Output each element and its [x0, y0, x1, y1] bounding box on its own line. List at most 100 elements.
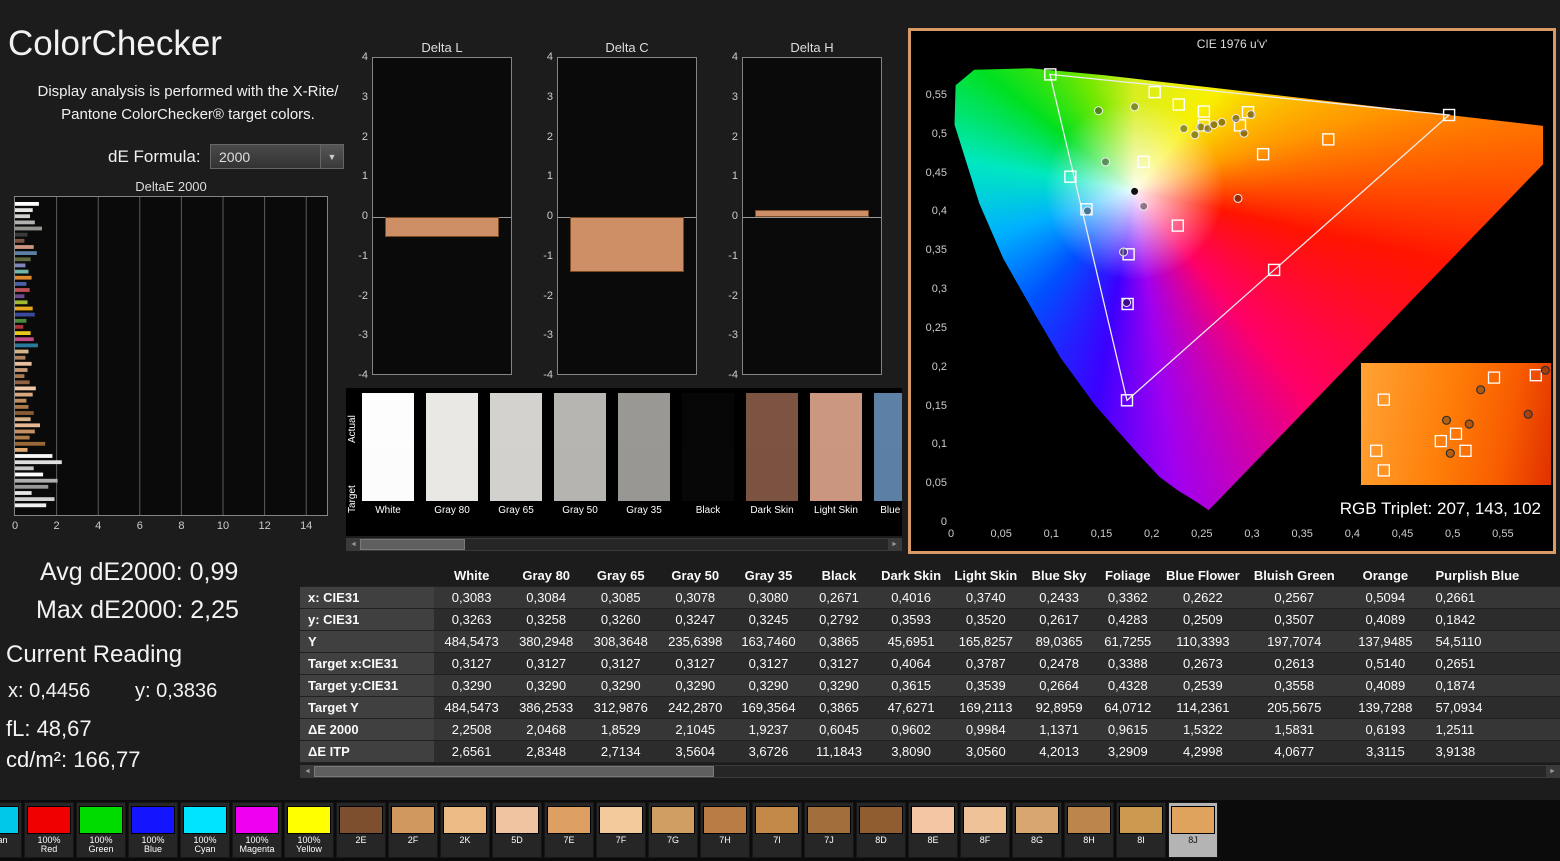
cie-title: CIE 1976 u'v' — [1196, 37, 1268, 51]
patch-tile-7e[interactable]: 7E — [544, 802, 594, 858]
patch-tile-100-magenta[interactable]: 100% Magenta — [232, 802, 282, 858]
table-cell: 3,9138 — [1427, 740, 1560, 763]
target-point — [1529, 369, 1542, 382]
swatch-blue-sky[interactable]: Blue Sky — [874, 393, 902, 516]
target-point — [1377, 393, 1390, 406]
column-header: Gray 35 — [732, 565, 805, 587]
patch-tile-8g[interactable]: 8G — [1012, 802, 1062, 858]
column-header: Gray 80 — [508, 565, 584, 587]
patch-tile-8f[interactable]: 8F — [960, 802, 1010, 858]
column-header: Dark Skin — [873, 565, 949, 587]
deltae-chart-title: DeltaE 2000 — [135, 179, 207, 194]
patch-tile-label: 8J — [1188, 835, 1198, 845]
patch-tile-8d[interactable]: 8D — [856, 802, 906, 858]
actual-point — [1130, 102, 1140, 112]
scroll-track[interactable] — [314, 766, 1546, 777]
de-bar — [15, 386, 36, 391]
scroll-left-icon[interactable]: ◄ — [347, 539, 360, 550]
table-cell: 169,2113 — [948, 696, 1024, 719]
de-bar — [15, 282, 27, 286]
table-cell: 3,8090 — [873, 740, 949, 763]
table-cell: 0,9602 — [873, 718, 949, 741]
patch-color-chip — [755, 806, 799, 834]
patch-color-chip — [963, 806, 1007, 834]
patch-tile-100-green[interactable]: 100% Green — [76, 802, 126, 858]
table-cell: 0,3258 — [508, 608, 584, 631]
swatch-white[interactable]: White — [362, 393, 414, 516]
patch-color-chip — [599, 806, 643, 834]
swatch-dark-skin[interactable]: Dark Skin — [746, 393, 798, 516]
patch-tile-2k[interactable]: 2K — [440, 802, 490, 858]
de-bar — [15, 392, 33, 397]
swatch-label: White — [375, 505, 401, 516]
scroll-thumb[interactable] — [314, 766, 714, 777]
avg-de2000: Avg dE2000: 0,99 — [40, 558, 239, 586]
patch-tile-100-red[interactable]: 100% Red — [24, 802, 74, 858]
table-cell: 380,2948 — [508, 630, 584, 653]
swatch-label: Gray 35 — [626, 505, 662, 516]
scroll-thumb[interactable] — [360, 539, 465, 550]
patch-tile-8e[interactable]: 8E — [908, 802, 958, 858]
axis-tick-label: -4 — [543, 369, 553, 381]
actual-swatch — [618, 393, 670, 447]
table-cell: 0,4283 — [1095, 608, 1161, 631]
table-cell: 1,2511 — [1427, 718, 1560, 741]
target-swatch — [426, 447, 478, 501]
table-cell: 0,2673 — [1160, 652, 1246, 675]
patch-tile-2e[interactable]: 2E — [336, 802, 386, 858]
swatch-gray-35[interactable]: Gray 35 — [618, 393, 670, 516]
scroll-track[interactable] — [360, 539, 888, 550]
de-bar — [15, 429, 35, 434]
table-row: ΔE ITP 2,6561 2,8348 2,7134 3,5604 3,6726 11,1… — [300, 740, 1560, 763]
patch-tile-100-yellow[interactable]: 100% Yellow — [284, 802, 334, 858]
patch-tile-8j[interactable]: 8J — [1168, 802, 1218, 858]
patch-tile-100-cyan[interactable]: 100% Cyan — [180, 802, 230, 858]
scroll-right-icon[interactable]: ► — [1546, 766, 1559, 777]
actual-swatch — [682, 393, 734, 447]
axis-tick-label: 8 — [178, 520, 185, 532]
swatch-scrollbar[interactable]: ◄ ► — [346, 538, 902, 551]
swatch-gray-65[interactable]: Gray 65 — [490, 393, 542, 516]
scroll-right-icon[interactable]: ► — [888, 539, 901, 550]
scroll-left-icon[interactable]: ◄ — [301, 766, 314, 777]
patch-tile-5d[interactable]: 5D — [492, 802, 542, 858]
swatch-gray-50[interactable]: Gray 50 — [554, 393, 606, 516]
patch-tile-7h[interactable]: 7H — [700, 802, 750, 858]
axis-tick-label: 0,5 — [931, 127, 947, 140]
table-cell: 163,7460 — [732, 630, 805, 653]
swatch-light-skin[interactable]: Light Skin — [810, 393, 862, 516]
table-cell: 0,2792 — [804, 608, 874, 631]
actual-point — [1101, 157, 1110, 167]
table-scrollbar[interactable]: ◄ ► — [300, 765, 1560, 778]
patch-tile-7g[interactable]: 7G — [648, 802, 698, 858]
axis-tick-label: 0,5 — [1445, 528, 1461, 540]
bottom-toolbar: Cyan 100% Red 100% Green 100% Blue 100% Cyan… — [0, 800, 1560, 861]
table-row: Target y:CIE31 0,3290 0,3290 0,3290 0,3290 0,… — [300, 674, 1560, 697]
patch-tile-label: 100% Red — [37, 835, 61, 854]
swatch-black[interactable]: Black — [682, 393, 734, 516]
patch-tile-7f[interactable]: 7F — [596, 802, 646, 858]
de-formula-dropdown[interactable]: 2000 ▼ — [210, 144, 344, 169]
patch-tile-label: 8F — [979, 835, 991, 845]
axis-tick-label: 2 — [53, 520, 60, 532]
table-cell: 0,5140 — [1343, 652, 1428, 675]
patch-tile-2f[interactable]: 2F — [388, 802, 438, 858]
target-point — [1434, 434, 1447, 448]
de-bar — [15, 238, 25, 243]
table-cell: 54,5110 — [1427, 630, 1560, 653]
patch-tile-8h[interactable]: 8H — [1064, 802, 1114, 858]
delta-bar — [385, 217, 499, 237]
table-cell: 0,3127 — [732, 652, 805, 675]
patch-tile-7j[interactable]: 7J — [804, 802, 854, 858]
patch-tile-7i[interactable]: 7I — [752, 802, 802, 858]
white-point — [1131, 187, 1139, 195]
table-cell: 308,3648 — [583, 630, 658, 653]
table-row: Y 484,5473 380,2948 308,3648 235,6398 163,746… — [300, 630, 1560, 653]
table-cell: 3,0560 — [948, 740, 1024, 763]
patch-tile-100-blue[interactable]: 100% Blue — [128, 802, 178, 858]
swatch-gray-80[interactable]: Gray 80 — [426, 393, 478, 516]
de-bar — [15, 484, 49, 489]
patch-tile-cyan[interactable]: Cyan — [0, 802, 22, 858]
patch-tile-8i[interactable]: 8I — [1116, 802, 1166, 858]
axis-tick-label: 0,35 — [1291, 528, 1313, 540]
